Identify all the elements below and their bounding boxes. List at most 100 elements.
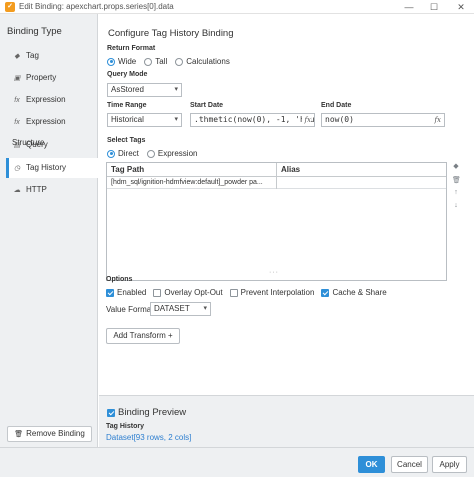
- sidebar-item-expression-structure[interactable]: fx Expression Structure: [6, 112, 98, 147]
- time-range-value: Historical: [111, 115, 144, 124]
- ok-button[interactable]: OK: [358, 456, 385, 473]
- time-range-select[interactable]: Historical ▾: [107, 113, 182, 127]
- property-icon: ▣: [13, 75, 21, 82]
- close-icon[interactable]: ✕: [454, 1, 468, 13]
- preview-sub-label: Tag History: [106, 423, 144, 430]
- return-format-tall[interactable]: Tall: [144, 57, 167, 66]
- return-format-label: Return Format: [107, 45, 156, 52]
- fx-icon[interactable]: fx: [432, 114, 441, 126]
- table-cell-tag-path[interactable]: [hdm_sql/ignition-hdmfview:default]_powd…: [107, 177, 276, 189]
- sidebar-title: Binding Type: [7, 26, 62, 37]
- binding-preview-panel: Binding Preview Tag History Dataset[93 r…: [99, 395, 474, 447]
- tag-history-icon: ◷: [13, 165, 21, 172]
- fx-icon[interactable]: fx: [302, 114, 311, 126]
- cancel-button[interactable]: Cancel: [391, 456, 428, 473]
- prevent-interpolation-checkbox[interactable]: Prevent Interpolation: [229, 288, 314, 297]
- sidebar-item-expression[interactable]: fx Expression: [6, 90, 98, 110]
- checkbox[interactable]: [106, 288, 114, 297]
- checkbox[interactable]: [229, 288, 238, 297]
- radio-button[interactable]: [107, 149, 115, 158]
- radio-button[interactable]: [175, 57, 184, 66]
- return-format-calculations[interactable]: Calculations: [175, 57, 230, 66]
- select-tags-expression[interactable]: Expression: [146, 149, 198, 158]
- radio-button[interactable]: [107, 57, 115, 66]
- delete-icon[interactable]: 🗑: [452, 176, 461, 186]
- tag-table: Tag Path Alias [hdm_sql/ignition-hdmfvie…: [106, 162, 447, 281]
- cache-share-checkbox[interactable]: Cache & Share: [321, 288, 387, 297]
- sidebar-item-query[interactable]: ▤ Query: [6, 135, 98, 155]
- sidebar-item-tag-history[interactable]: ◷ Tag History: [6, 158, 98, 178]
- time-range-label: Time Range: [107, 102, 147, 109]
- maximize-icon[interactable]: ☐: [427, 1, 441, 13]
- column-divider: [276, 163, 277, 189]
- fx-icon: fx: [14, 97, 20, 104]
- sidebar-item-label: Tag History: [26, 163, 67, 172]
- resize-handle-icon[interactable]: ···: [269, 269, 279, 276]
- query-icon: ▤: [13, 142, 21, 149]
- radio-label: Wide: [118, 57, 137, 66]
- start-date-input[interactable]: .thmetic(now(0), -1, 'hour') * fx: [190, 113, 315, 127]
- select-tags-group: Direct Expression: [107, 149, 205, 158]
- options-group: Enabled Overlay Opt-Out Prevent Interpol…: [106, 288, 394, 297]
- preview-value-link[interactable]: Dataset[93 rows, 2 cols]: [106, 433, 191, 442]
- radio-button[interactable]: [144, 57, 153, 66]
- add-tag-icon[interactable]: ◆: [452, 162, 460, 172]
- tag-icon: ◆: [14, 53, 20, 60]
- checkbox-label: Enabled: [117, 288, 147, 297]
- chevron-down-icon: ▾: [174, 116, 178, 123]
- enabled-checkbox[interactable]: Enabled: [106, 288, 146, 297]
- window-title: Edit Binding: apexchart.props.series[0].…: [19, 2, 174, 11]
- overlay-opt-out-checkbox[interactable]: Overlay Opt-Out: [153, 288, 223, 297]
- minimize-icon[interactable]: —: [402, 1, 416, 13]
- end-date-input[interactable]: now(0) fx: [321, 113, 445, 127]
- table-cell-alias[interactable]: [277, 177, 446, 189]
- radio-label: Direct: [118, 149, 139, 158]
- remove-binding-label: Remove Binding: [26, 429, 85, 438]
- value-format-select[interactable]: DATASET ▾: [150, 302, 211, 316]
- value-format-value: DATASET: [154, 304, 190, 313]
- sidebar-item-http[interactable]: ☁ HTTP: [6, 180, 98, 200]
- value-format-label: Value Format: [106, 305, 154, 314]
- trash-icon: 🗑: [14, 431, 24, 438]
- select-tags-direct[interactable]: Direct: [107, 149, 139, 158]
- config-panel: Configure Tag History Binding Return For…: [99, 14, 474, 447]
- query-mode-label: Query Mode: [107, 71, 148, 78]
- window-title-bar: ✓ Edit Binding: apexchart.props.series[0…: [0, 0, 474, 14]
- select-tags-label: Select Tags: [107, 137, 146, 144]
- checkbox[interactable]: [153, 288, 162, 297]
- chevron-down-icon: ▾: [203, 305, 207, 312]
- checkbox[interactable]: [321, 288, 330, 297]
- checkbox-label: Cache & Share: [332, 288, 387, 297]
- radio-label: Tall: [155, 57, 168, 66]
- column-header-alias[interactable]: Alias: [277, 163, 446, 177]
- return-format-wide[interactable]: Wide: [107, 57, 136, 66]
- end-date-value: now(0): [325, 115, 354, 124]
- query-mode-value: AsStored: [111, 85, 144, 94]
- binding-type-sidebar: Binding Type ◆ Tag ▣ Property fx Expression…: [0, 14, 98, 447]
- checkbox[interactable]: [107, 408, 115, 417]
- sidebar-item-tag[interactable]: ◆ Tag: [6, 46, 98, 66]
- page-title: Configure Tag History Binding: [108, 28, 234, 39]
- radio-label: Expression: [157, 149, 198, 158]
- move-down-icon[interactable]: ↓: [452, 202, 460, 212]
- binding-preview-toggle[interactable]: Binding Preview: [107, 407, 186, 418]
- sidebar-item-label: HTTP: [26, 185, 47, 194]
- sidebar-item-label: Tag: [26, 51, 39, 60]
- remove-binding-button[interactable]: 🗑 Remove Binding: [7, 426, 92, 442]
- add-transform-button[interactable]: Add Transform +: [106, 328, 180, 344]
- column-header-tag-path[interactable]: Tag Path: [107, 163, 276, 177]
- move-up-icon[interactable]: ↑: [452, 189, 460, 199]
- sidebar-item-property[interactable]: ▣ Property: [6, 68, 98, 88]
- sidebar-item-label: Query: [26, 140, 48, 149]
- start-date-label: Start Date: [190, 102, 224, 109]
- sidebar-item-label: Property: [26, 73, 57, 82]
- fx-icon: fx: [14, 119, 20, 126]
- ignition-icon: ✓: [5, 2, 15, 12]
- http-icon: ☁: [13, 187, 21, 194]
- start-date-value: .thmetic(now(0), -1, 'hour') *: [194, 115, 314, 124]
- query-mode-select[interactable]: AsStored ▾: [107, 83, 182, 97]
- dialog-footer: OK Cancel Apply: [0, 447, 474, 477]
- return-format-group: Wide Tall Calculations: [107, 57, 238, 66]
- apply-button[interactable]: Apply: [432, 456, 467, 473]
- radio-button[interactable]: [146, 149, 155, 158]
